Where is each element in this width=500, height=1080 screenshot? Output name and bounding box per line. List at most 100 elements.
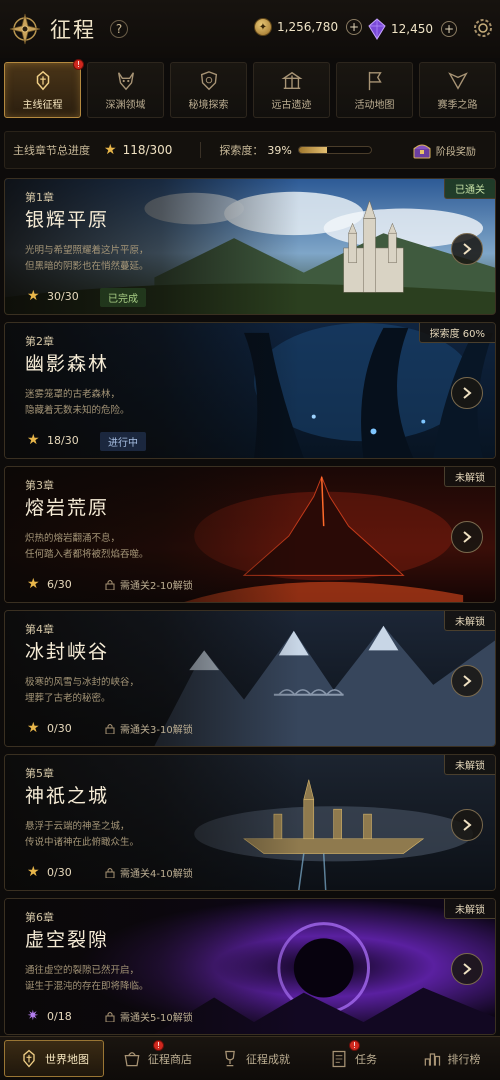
chevron-right-icon [463,675,472,687]
chapter-description: 迷雾笼罩的古老森林， 隐藏着无数未知的危险。 [25,387,205,419]
unlock-text: 需通关2-10解锁 [120,581,193,592]
description-line: 任何踏入者都将被烈焰吞噬。 [25,549,149,560]
enter-chapter-button[interactable] [451,521,483,553]
description-line: 传说中诸神在此俯瞰众生。 [25,837,140,848]
compass-logo-icon [6,10,44,48]
tab-label: 主线征程 [22,99,63,111]
chapter-star-count: 0/18 [47,1010,72,1023]
unlock-requirement: 需通关3-10解锁 [105,721,193,736]
description-line: 炽热的熔岩翻涌不息， [25,533,121,544]
nav-trophy[interactable]: 征程成就 [206,1037,304,1080]
explore-label: 探索度： [219,144,264,157]
chapter-badge: 未解锁 [444,755,495,775]
trophy-icon [220,1049,240,1069]
notification-badge: ! [153,1040,164,1051]
add-gem-button[interactable]: + [441,21,457,37]
chapter-card-6[interactable]: 第6章 虚空裂隙 通往虚空的裂隙已然开启， 诞生于混沌的存在即将降临。 ✷ 0/1… [4,898,496,1035]
nav-shop[interactable]: 征程商店! [108,1037,206,1080]
tab-4[interactable]: 远古遗迹 [253,62,330,118]
notification-badge: ! [349,1040,360,1051]
scroll-icon [329,1049,349,1069]
chevron-right-icon [463,531,472,543]
enter-chapter-button[interactable] [451,809,483,841]
chapter-star-count: 0/30 [47,866,72,879]
chapter-badge: 已通关 [444,179,495,199]
description-line: 隐藏着无数未知的危险。 [25,405,130,416]
lock-icon [105,1012,115,1022]
star-icon: ★ [27,720,40,736]
tab-1[interactable]: 主线征程! [4,59,84,118]
chapter-number: 第3章 [25,479,54,492]
unlock-requirement: 需通关4-10解锁 [105,865,193,880]
add-gold-button[interactable]: + [346,19,363,35]
chevron-right-icon [463,243,472,255]
chapter-description: 通往虚空的裂隙已然开启， 诞生于混沌的存在即将降临。 [25,963,205,995]
description-line: 悬浮于云端的神圣之城， [25,821,130,832]
tab-3[interactable]: 秘境探索 [170,62,247,118]
nav-rank[interactable]: 排行榜 [402,1037,500,1080]
chapter-name: 神祇之城 [25,785,110,807]
nav-scroll[interactable]: 任务! [304,1037,402,1080]
stage-reward-link[interactable]: 阶段奖励 [436,143,476,158]
ruin-icon [280,70,303,92]
star-icon: ★ [27,864,40,880]
unlock-requirement: 需通关2-10解锁 [105,577,193,592]
tab-label: 赛季之路 [437,99,478,111]
category-tabs: 主线征程! 深渊领域 秘境探索 远古遗迹 活动地图 赛季之路 [4,59,496,120]
nav-label: 征程商店 [148,1052,192,1066]
enter-chapter-button[interactable] [451,377,483,409]
enter-chapter-button[interactable] [451,665,483,697]
enter-chapter-button[interactable] [451,233,483,265]
chapter-number: 第6章 [25,911,54,924]
enter-chapter-button[interactable] [451,953,483,985]
chapter-star-count: 0/30 [47,722,72,735]
notification-badge: ! [73,59,84,70]
nav-helm[interactable]: 世界地图 [4,1040,104,1077]
chapter-description: 悬浮于云端的神圣之城， 传说中诸神在此俯瞰众生。 [25,819,205,851]
chapter-card-4[interactable]: 第4章 冰封峡谷 极寒的风雪与冰封的峡谷， 埋葬了古老的秘密。 ★ 0/30 需通关… [4,610,496,747]
tab-label: 远古遗迹 [271,99,312,111]
progress-label: 主线章节总进度 [13,144,90,157]
description-line: 极寒的风雪与冰封的峡谷， [25,677,140,688]
chapter-star-count: 30/30 [47,290,79,303]
chapter-badge: 未解锁 [444,899,495,919]
lock-icon [105,868,115,878]
chevron-right-icon [463,387,472,399]
chapter-badge: 探索度 60% [418,323,495,343]
unlock-requirement: 需通关5-10解锁 [105,1009,193,1024]
unlock-text: 需通关3-10解锁 [120,725,193,736]
tab-2[interactable]: 深渊领域 [87,62,164,118]
unlock-text: 需通关4-10解锁 [120,869,193,880]
shop-icon [122,1049,142,1069]
help-button[interactable]: ? [110,20,128,38]
description-line: 光明与希望照耀着这片平原， [25,245,149,256]
chapter-status: 进行中 [100,432,146,451]
chapter-name: 银辉平原 [25,209,110,231]
tab-5[interactable]: 活动地图 [336,62,413,118]
helm-icon [19,1049,39,1069]
chapter-name: 幽影森林 [25,353,110,375]
gold-coin-icon: ✦ [254,18,272,36]
chapter-badge: 未解锁 [444,467,495,487]
chapter-card-3[interactable]: 第3章 熔岩荒原 炽热的熔岩翻涌不息， 任何踏入者都将被烈焰吞噬。 ★ 6/30 需… [4,466,496,603]
chapter-card-5[interactable]: 第5章 神祇之城 悬浮于云端的神圣之城， 传说中诸神在此俯瞰众生。 ★ 0/30 需… [4,754,496,891]
chapter-card-2[interactable]: 第2章 幽影森林 迷雾笼罩的古老森林， 隐藏着无数未知的危险。 ★ 18/30 进行… [4,322,496,459]
nav-label: 任务 [355,1052,377,1066]
star-icon: ★ [104,142,117,158]
chapter-description: 炽热的熔岩翻涌不息， 任何踏入者都将被烈焰吞噬。 [25,531,205,563]
description-line: 埋葬了古老的秘密。 [25,693,111,704]
crest-icon [447,70,469,92]
chapter-card-1[interactable]: 第1章 银辉平原 光明与希望照耀着这片平原， 但黑暗的阴影也在悄然蔓延。 ★ 30… [4,178,496,315]
chapter-number: 第5章 [25,767,54,780]
chapter-star-count: 6/30 [47,578,72,591]
chapter-star-count: 18/30 [47,434,79,447]
gold-amount: 1,256,780 [277,20,339,34]
chapter-number: 第4章 [25,623,54,636]
void-star-icon: ✷ [27,1008,39,1024]
tab-label: 秘境探索 [188,99,229,111]
tab-6[interactable]: 赛季之路 [419,62,496,118]
gold-currency: ✦ 1,256,780 + [254,18,363,36]
rank-icon [422,1049,442,1069]
settings-gear-icon[interactable] [471,16,495,40]
treasure-chest-icon[interactable] [412,140,432,160]
